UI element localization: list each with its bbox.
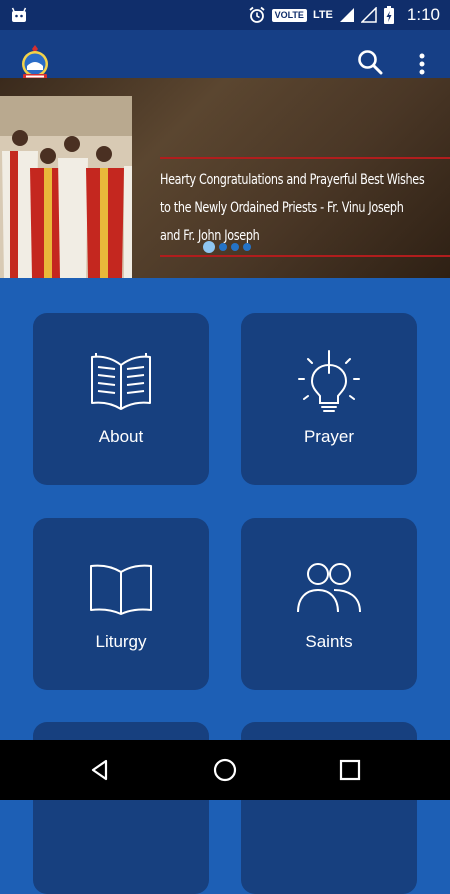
status-bar: VOLTE LTE 1:10 <box>0 0 450 30</box>
people-icon <box>297 563 361 613</box>
tile-label: About <box>98 427 144 446</box>
search-icon[interactable] <box>356 48 384 76</box>
signal-icon <box>339 8 354 22</box>
volte-badge: VOLTE <box>271 8 307 22</box>
saints-tile[interactable]: Saints <box>241 518 417 690</box>
liturgy-tile[interactable]: Liturgy <box>33 518 209 690</box>
banner-headline-line: Hearty Congratulations and Prayerful Bes… <box>160 172 425 188</box>
carousel-indicator <box>203 241 251 253</box>
more-vert-icon[interactable] <box>412 50 432 78</box>
banner-top-rule <box>160 157 450 159</box>
banner-headline-line: to the Newly Ordained Priests - Fr. Vinu… <box>160 200 404 216</box>
open-book-icon <box>91 353 151 410</box>
carousel-dot[interactable] <box>243 243 251 251</box>
recents-icon[interactable] <box>338 758 362 782</box>
banner-headline: Hearty Congratulations and Prayerful Bes… <box>160 166 450 250</box>
tile-label: Saints <box>305 632 353 651</box>
android-debug-icon <box>11 7 27 22</box>
system-nav-bar <box>0 740 450 800</box>
tile-label: Liturgy <box>95 632 147 651</box>
church-emblem-icon[interactable] <box>17 44 53 82</box>
battery-charging-icon <box>383 6 394 24</box>
banner-bottom-rule <box>160 255 450 257</box>
back-icon[interactable] <box>88 758 112 782</box>
prayer-tile[interactable]: Prayer <box>241 313 417 485</box>
home-icon[interactable] <box>213 758 237 782</box>
lightbulb-icon <box>298 350 360 412</box>
tile-label: Prayer <box>303 427 355 446</box>
carousel-dot[interactable] <box>203 241 215 253</box>
alarm-icon <box>249 6 265 23</box>
wifi-signal-icon <box>360 7 377 23</box>
book-icon <box>90 564 152 615</box>
clock-time: 1:10 <box>406 5 440 24</box>
carousel-dot[interactable] <box>219 243 227 251</box>
carousel-dot[interactable] <box>231 243 239 251</box>
about-tile[interactable]: About <box>33 313 209 485</box>
ordination-photo <box>0 96 132 278</box>
lte-label: LTE <box>312 9 333 21</box>
